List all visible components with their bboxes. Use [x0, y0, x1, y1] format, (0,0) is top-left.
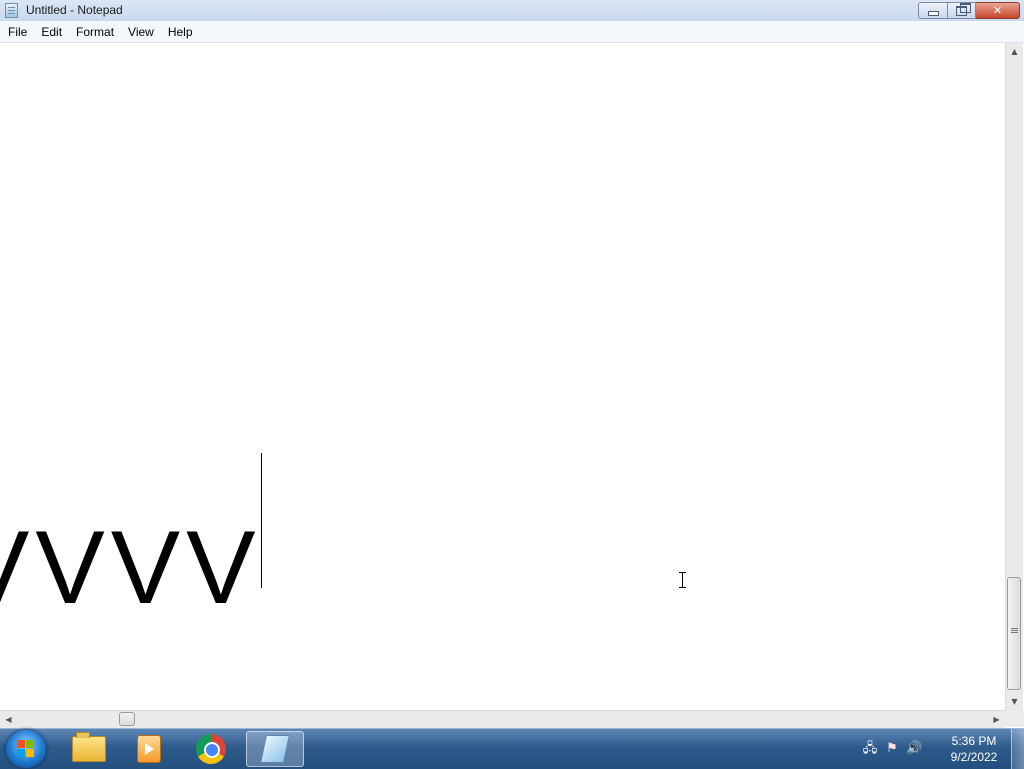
- clock-time: 5:36 PM: [951, 734, 997, 748]
- system-tray: 🖧 ⚑ 🔊: [862, 737, 922, 761]
- scroll-down-arrow-icon[interactable]: ▼: [1006, 693, 1023, 710]
- start-button[interactable]: [6, 730, 46, 768]
- vertical-scrollbar[interactable]: ▲ ▼: [1005, 43, 1023, 710]
- vertical-scroll-thumb[interactable]: [1007, 577, 1021, 690]
- folder-icon: [72, 732, 106, 762]
- windows-logo-icon: [17, 740, 35, 758]
- text-caret: [261, 453, 262, 588]
- taskbar-chrome[interactable]: [184, 731, 238, 767]
- horizontal-scroll-thumb[interactable]: [119, 712, 135, 726]
- show-desktop-button[interactable]: [1011, 729, 1024, 769]
- editor-content: VVVV: [0, 510, 262, 626]
- minimize-button[interactable]: [918, 2, 948, 19]
- text-editor[interactable]: VVVV: [0, 43, 1005, 710]
- chrome-icon: [196, 734, 226, 764]
- clock-date: 9/2/2022: [950, 750, 998, 764]
- menu-help[interactable]: Help: [162, 22, 199, 42]
- menu-file[interactable]: File: [2, 22, 33, 42]
- menu-view[interactable]: View: [122, 22, 160, 42]
- action-center-icon[interactable]: ⚑: [884, 741, 900, 757]
- taskbar-media-player[interactable]: [122, 731, 176, 767]
- menu-edit[interactable]: Edit: [35, 22, 68, 42]
- minimize-icon: [927, 11, 939, 16]
- window-title: Untitled - Notepad: [26, 3, 123, 17]
- network-icon[interactable]: 🖧: [862, 741, 878, 757]
- scroll-right-arrow-icon[interactable]: ▶: [988, 711, 1005, 728]
- notepad-app-icon[interactable]: [5, 3, 18, 18]
- taskbar-explorer[interactable]: [62, 731, 116, 767]
- scroll-up-arrow-icon[interactable]: ▲: [1006, 43, 1023, 60]
- ibeam-cursor-icon: [677, 571, 689, 589]
- grip-icon: [1011, 628, 1018, 629]
- clock[interactable]: 5:36 PM 9/2/2022: [944, 733, 1004, 765]
- window-controls: ✕: [918, 2, 1020, 19]
- media-player-icon: [137, 735, 161, 763]
- taskbar-notepad[interactable]: [246, 731, 304, 767]
- taskbar: 🖧 ⚑ 🔊 5:36 PM 9/2/2022: [0, 728, 1024, 769]
- close-button[interactable]: ✕: [976, 2, 1020, 19]
- close-icon: ✕: [992, 4, 1003, 17]
- notepad-icon: [260, 735, 290, 763]
- title-bar[interactable]: Untitled - Notepad ✕: [0, 0, 1024, 22]
- scrollbar-corner: [1005, 710, 1024, 727]
- restore-button[interactable]: [948, 2, 976, 19]
- restore-icon: [956, 2, 971, 16]
- menu-bar: File Edit Format View Help: [0, 21, 1024, 43]
- volume-icon[interactable]: 🔊: [906, 741, 922, 757]
- horizontal-scrollbar[interactable]: ◀ ▶: [0, 710, 1005, 728]
- menu-format[interactable]: Format: [70, 22, 120, 42]
- scroll-left-arrow-icon[interactable]: ◀: [0, 711, 17, 728]
